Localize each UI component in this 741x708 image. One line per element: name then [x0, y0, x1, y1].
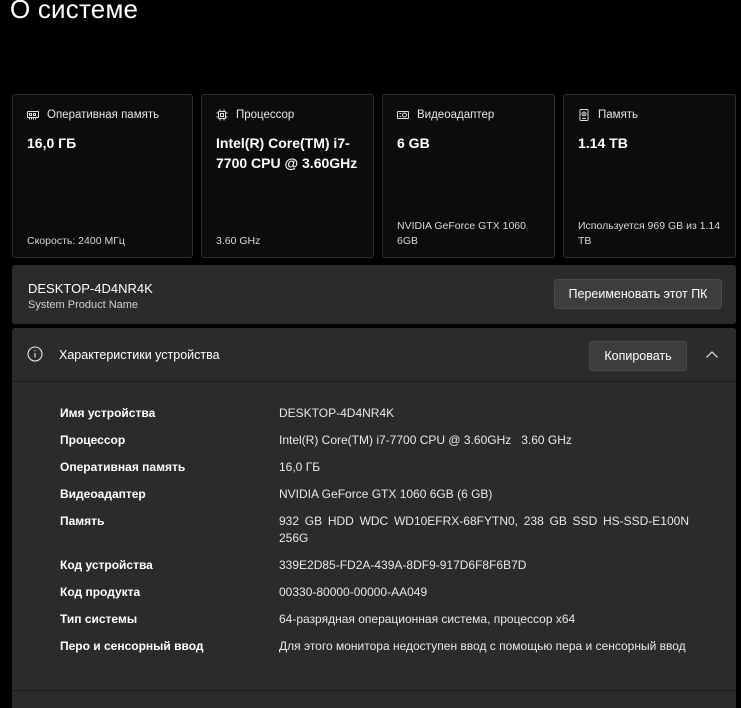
memory-icon [27, 109, 39, 121]
spec-value: Intel(R) Core(TM) i7-7700 CPU @ 3.60GHz … [279, 433, 572, 447]
device-specs-title: Характеристики устройства [59, 348, 220, 362]
processor-card: Процессор Intel(R) Core(TM) i7-7700 CPU … [201, 94, 374, 258]
processor-card-label: Процессор [236, 109, 295, 121]
spec-value: 932 GB HDD WDC WD10EFRX-68FYTN0, 238 GB … [279, 514, 689, 545]
gpu-card-header: Видеоадаптер [397, 109, 494, 121]
storage-card-label: Память [598, 109, 639, 121]
ram-card: Оперативная память 16,0 ГБ Скорость: 240… [12, 94, 193, 258]
storage-card-value: 1.14 TB [578, 135, 628, 151]
storage-card-header: Память [578, 109, 638, 121]
spec-key: Перо и сенсорный ввод [60, 639, 204, 653]
gpu-card: Видеоадаптер 6 GB NVIDIA GeForce GTX 106… [382, 94, 555, 258]
processor-card-value: Intel(R) Core(TM) i7-7700 CPU @ 3.60GHz [216, 135, 358, 171]
spec-key: Процессор [60, 433, 126, 447]
ram-card-speed: Скорость: 2400 МГц [27, 235, 125, 247]
spec-key: Код продукта [60, 585, 141, 599]
page-title: О системе [10, 0, 139, 24]
processor-icon [216, 109, 228, 121]
spec-value: 64-разрядная операционная система, проце… [279, 612, 576, 626]
rename-pc-button[interactable]: Переименовать этот ПК [554, 279, 722, 309]
device-name: DESKTOP-4D4NR4K [28, 281, 153, 296]
spec-key: Имя устройства [60, 406, 156, 420]
storage-card: Память 1.14 TB Используется 969 GB из 1.… [563, 94, 736, 258]
device-specs-body: Имя устройства DESKTOP-4D4NR4K Процессор… [12, 383, 736, 708]
spec-key: Тип системы [60, 612, 138, 626]
gpu-card-model: NVIDIA GeForce GTX 1060 6GB [397, 220, 526, 247]
section-divider [12, 690, 736, 691]
ram-card-label: Оперативная память [47, 109, 160, 121]
ram-card-header: Оперативная память [27, 109, 159, 121]
gpu-card-value: 6 GB [397, 135, 430, 151]
gpu-card-label: Видеоадаптер [417, 109, 495, 121]
spec-value: NVIDIA GeForce GTX 1060 6GB (6 GB) [279, 487, 493, 501]
spec-key: Память [60, 514, 105, 528]
storage-icon [578, 109, 590, 121]
spec-key: Видеоадаптер [60, 487, 146, 501]
processor-card-frequency: 3.60 GHz [216, 235, 261, 247]
device-specs-header[interactable]: Характеристики устройства Копировать [12, 328, 736, 382]
spec-key: Оперативная память [60, 460, 186, 474]
info-icon [27, 346, 43, 362]
processor-card-header: Процессор [216, 109, 294, 121]
spec-value: 339E2D85-FD2A-439A-8DF9-917D6F8F6B7D [279, 558, 527, 572]
copy-button[interactable]: Копировать [589, 341, 687, 371]
spec-value: 16,0 ГБ [279, 460, 321, 474]
chevron-up-icon[interactable] [704, 347, 720, 363]
device-model: System Product Name [28, 299, 139, 311]
device-specs-section: Характеристики устройства Копировать Имя… [12, 328, 736, 708]
spec-value: DESKTOP-4D4NR4K [279, 406, 395, 420]
spec-value: Для этого монитора недоступен ввод с пом… [279, 639, 686, 653]
storage-card-usage: Используется 969 GB из 1.14 TB [578, 220, 721, 247]
ram-card-value: 16,0 ГБ [27, 135, 77, 151]
gpu-icon [397, 109, 409, 121]
device-name-panel: DESKTOP-4D4NR4K System Product Name Пере… [12, 265, 736, 324]
spec-key: Код устройства [60, 558, 153, 572]
spec-value: 00330-80000-00000-AA049 [279, 585, 428, 599]
